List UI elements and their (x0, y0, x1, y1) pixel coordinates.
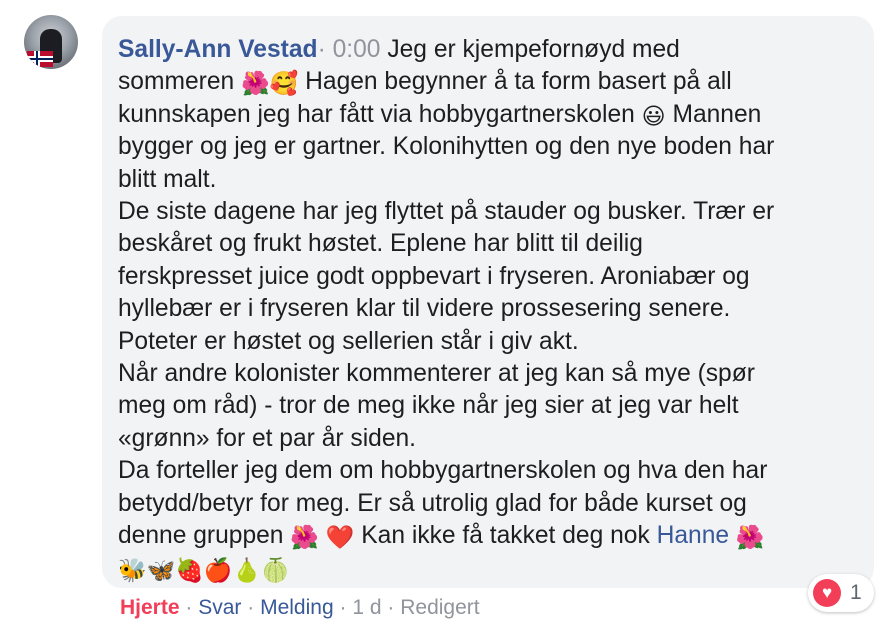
comment-text-segment: Da forteller jeg dem om hobbygartnerskol… (118, 457, 768, 485)
comment-text-segment: denne gruppen (118, 522, 291, 550)
emoji-icon: 🍐 (232, 556, 262, 583)
author-name[interactable]: Sally-Ann Vestad (118, 36, 318, 63)
timestamp[interactable]: 0:00 (333, 36, 381, 63)
separator: · (247, 596, 255, 619)
emoji-icon: 🐝 (118, 556, 147, 583)
reaction-count-badge[interactable]: ♥ 1 (808, 574, 874, 612)
comment-text-segment: meg om råd) - tror de meg ikke når jeg s… (118, 392, 739, 420)
emoji-icon: ❤️ (325, 524, 355, 551)
comment-text-segment: bygger og jeg er gartner. Kolonihytten o… (118, 133, 775, 161)
message-button[interactable]: Melding (260, 596, 334, 619)
norway-flag-icon (27, 51, 53, 67)
comment-age[interactable]: 1 d (352, 596, 381, 619)
comment-text-segment: kunnskapen jeg har fått via hobbygartner… (118, 100, 642, 128)
emoji-icon: 🌺 (241, 70, 270, 97)
emoji-icon: 🦋 (146, 556, 176, 583)
comment-body: Sally-Ann Vestad· 0:00 Jeg er kjempeforn… (118, 34, 858, 585)
comment-text-segment: Mannen (665, 100, 762, 128)
comment-text-segment: ferskpresset juice godt oppbevart i frys… (118, 262, 750, 290)
reaction-count: 1 (850, 581, 862, 604)
emoji-icon: 🍎 (203, 556, 233, 583)
comment-text-segment: Jeg er kjempefornøyd med (387, 36, 680, 63)
comment-text-segment: «grønn» for et par år siden. (118, 424, 417, 452)
comment-text-segment: Når andre kolonister kommenterer at jeg … (118, 360, 755, 388)
comment-actions: Hjerte · Svar · Melding · 1 d · Redigert (120, 596, 480, 620)
edited-label[interactable]: Redigert (400, 596, 479, 619)
reply-button[interactable]: Svar (198, 596, 241, 619)
separator: · (387, 596, 395, 619)
avatar[interactable] (24, 15, 78, 69)
emoji-icon: 🥰 (269, 70, 299, 97)
comment-text-segment: betydd/betyr for meg. Er så utrolig glad… (118, 489, 747, 517)
emoji-icon: 🍈 (261, 556, 290, 583)
separator: · (317, 36, 326, 63)
comment-text-segment: blitt malt. (118, 165, 217, 193)
separator: · (339, 596, 347, 619)
comment-text-segment: hyllebær er i fryseren klar til videre p… (118, 295, 731, 323)
comment-text-segment (319, 522, 326, 549)
comment-text-segment: Hagen begynner å ta form basert på all (298, 68, 732, 96)
comment-text-segment: Poteter er høstet og sellerien står i gi… (118, 327, 579, 355)
emoji-icon: 🌺 (735, 524, 765, 551)
heart-icon: ♥ (813, 579, 841, 607)
comment-message: Jeg er kjempefornøyd med sommeren 🌺🥰 Hag… (118, 36, 774, 582)
heart-react-button[interactable]: Hjerte (120, 596, 180, 619)
mention-link[interactable]: Hanne (657, 522, 729, 549)
comment-text-segment: beskåret og frukt høstet. Eplene har bli… (118, 230, 643, 258)
separator: · (185, 596, 193, 619)
comment-text-segment: Kan ikke få takket deg nok (354, 522, 657, 550)
comment-text-segment (729, 522, 736, 549)
comment-text-segment: De siste dagene har jeg flyttet på staud… (118, 198, 775, 226)
emoji-icon: 🍓 (175, 556, 204, 583)
emoji-icon: 😃 (641, 102, 666, 129)
emoji-icon: 🌺 (290, 524, 319, 551)
comment-text-segment: sommeren (118, 68, 242, 96)
